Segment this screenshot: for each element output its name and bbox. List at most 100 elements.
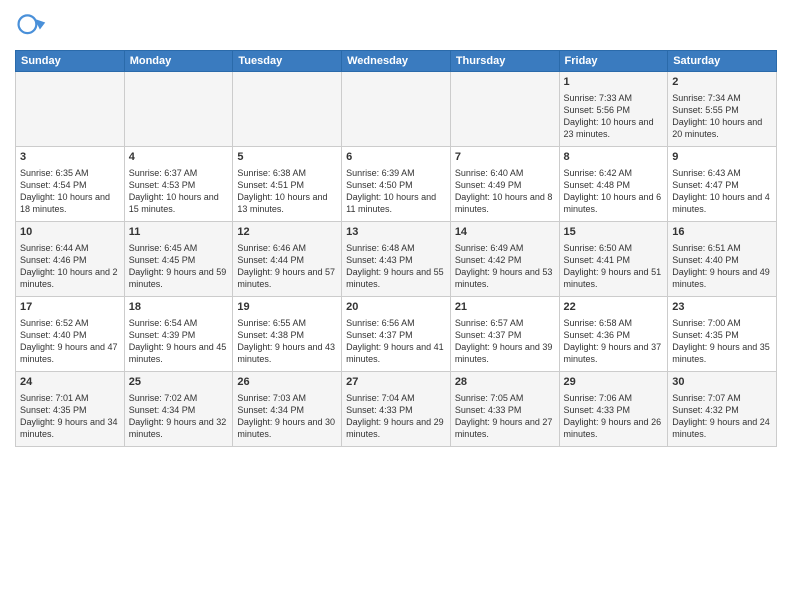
calendar-cell: 22 Sunrise: 6:58 AM Sunset: 4:36 PM Dayli… xyxy=(559,297,668,372)
calendar-cell: 15 Sunrise: 6:50 AM Sunset: 4:41 PM Dayli… xyxy=(559,222,668,297)
day-number: 9 xyxy=(672,150,772,165)
header xyxy=(15,10,777,42)
page: SundayMondayTuesdayWednesdayThursdayFrid… xyxy=(0,0,792,612)
day-number: 29 xyxy=(564,375,664,390)
col-header-saturday: Saturday xyxy=(668,51,777,72)
day-info: Sunrise: 6:50 AM Sunset: 4:41 PM Dayligh… xyxy=(564,242,664,291)
col-header-tuesday: Tuesday xyxy=(233,51,342,72)
day-number: 23 xyxy=(672,300,772,315)
day-info: Sunrise: 6:45 AM Sunset: 4:45 PM Dayligh… xyxy=(129,242,229,291)
day-info: Sunrise: 7:01 AM Sunset: 4:35 PM Dayligh… xyxy=(20,392,120,441)
calendar-cell: 25 Sunrise: 7:02 AM Sunset: 4:34 PM Dayli… xyxy=(124,372,233,447)
day-number: 28 xyxy=(455,375,555,390)
calendar-cell: 30 Sunrise: 7:07 AM Sunset: 4:32 PM Dayli… xyxy=(668,372,777,447)
day-info: Sunrise: 6:38 AM Sunset: 4:51 PM Dayligh… xyxy=(237,167,337,216)
day-info: Sunrise: 6:58 AM Sunset: 4:36 PM Dayligh… xyxy=(564,317,664,366)
week-row-1: 1Sunrise: 7:33 AM Sunset: 5:56 PM Daylig… xyxy=(16,72,777,147)
day-info: Sunrise: 6:35 AM Sunset: 4:54 PM Dayligh… xyxy=(20,167,120,216)
week-row-3: 10Sunrise: 6:44 AM Sunset: 4:46 PM Dayli… xyxy=(16,222,777,297)
day-info: Sunrise: 7:07 AM Sunset: 4:32 PM Dayligh… xyxy=(672,392,772,441)
logo xyxy=(15,10,51,42)
calendar-cell xyxy=(450,72,559,147)
day-number: 6 xyxy=(346,150,446,165)
calendar-cell: 27 Sunrise: 7:04 AM Sunset: 4:33 PM Dayli… xyxy=(342,372,451,447)
day-info: Sunrise: 7:05 AM Sunset: 4:33 PM Dayligh… xyxy=(455,392,555,441)
day-info: Sunrise: 6:51 AM Sunset: 4:40 PM Dayligh… xyxy=(672,242,772,291)
calendar-cell: 9 Sunrise: 6:43 AM Sunset: 4:47 PM Daylig… xyxy=(668,147,777,222)
day-info: Sunrise: 6:48 AM Sunset: 4:43 PM Dayligh… xyxy=(346,242,446,291)
day-info: Sunrise: 6:54 AM Sunset: 4:39 PM Dayligh… xyxy=(129,317,229,366)
calendar-cell: 28 Sunrise: 7:05 AM Sunset: 4:33 PM Dayli… xyxy=(450,372,559,447)
col-header-wednesday: Wednesday xyxy=(342,51,451,72)
day-number: 13 xyxy=(346,225,446,240)
calendar-cell xyxy=(124,72,233,147)
calendar-cell xyxy=(233,72,342,147)
col-header-monday: Monday xyxy=(124,51,233,72)
day-info: Sunrise: 6:43 AM Sunset: 4:47 PM Dayligh… xyxy=(672,167,772,216)
day-number: 21 xyxy=(455,300,555,315)
day-number: 20 xyxy=(346,300,446,315)
calendar-cell: 14 Sunrise: 6:49 AM Sunset: 4:42 PM Dayli… xyxy=(450,222,559,297)
day-info: Sunrise: 7:33 AM Sunset: 5:56 PM Dayligh… xyxy=(564,92,664,141)
day-info: Sunrise: 6:42 AM Sunset: 4:48 PM Dayligh… xyxy=(564,167,664,216)
day-info: Sunrise: 6:46 AM Sunset: 4:44 PM Dayligh… xyxy=(237,242,337,291)
day-number: 12 xyxy=(237,225,337,240)
calendar-header-row: SundayMondayTuesdayWednesdayThursdayFrid… xyxy=(16,51,777,72)
day-number: 27 xyxy=(346,375,446,390)
calendar-cell xyxy=(342,72,451,147)
day-number: 5 xyxy=(237,150,337,165)
day-number: 7 xyxy=(455,150,555,165)
calendar-cell: 23 Sunrise: 7:00 AM Sunset: 4:35 PM Dayli… xyxy=(668,297,777,372)
calendar-cell: 10Sunrise: 6:44 AM Sunset: 4:46 PM Dayli… xyxy=(16,222,125,297)
day-info: Sunrise: 6:55 AM Sunset: 4:38 PM Dayligh… xyxy=(237,317,337,366)
day-info: Sunrise: 6:57 AM Sunset: 4:37 PM Dayligh… xyxy=(455,317,555,366)
calendar-cell: 24 Sunrise: 7:01 AM Sunset: 4:35 PM Dayli… xyxy=(16,372,125,447)
col-header-friday: Friday xyxy=(559,51,668,72)
day-number: 8 xyxy=(564,150,664,165)
calendar-cell: 4 Sunrise: 6:37 AM Sunset: 4:53 PM Daylig… xyxy=(124,147,233,222)
day-info: Sunrise: 6:37 AM Sunset: 4:53 PM Dayligh… xyxy=(129,167,229,216)
day-info: Sunrise: 6:56 AM Sunset: 4:37 PM Dayligh… xyxy=(346,317,446,366)
calendar-cell: 29 Sunrise: 7:06 AM Sunset: 4:33 PM Dayli… xyxy=(559,372,668,447)
day-number: 24 xyxy=(20,375,120,390)
day-info: Sunrise: 6:52 AM Sunset: 4:40 PM Dayligh… xyxy=(20,317,120,366)
week-row-4: 17 Sunrise: 6:52 AM Sunset: 4:40 PM Dayli… xyxy=(16,297,777,372)
calendar-cell: 19 Sunrise: 6:55 AM Sunset: 4:38 PM Dayli… xyxy=(233,297,342,372)
day-info: Sunrise: 6:49 AM Sunset: 4:42 PM Dayligh… xyxy=(455,242,555,291)
day-number: 22 xyxy=(564,300,664,315)
day-number: 25 xyxy=(129,375,229,390)
day-number: 16 xyxy=(672,225,772,240)
calendar-table: SundayMondayTuesdayWednesdayThursdayFrid… xyxy=(15,50,777,447)
calendar-cell: 16 Sunrise: 6:51 AM Sunset: 4:40 PM Dayli… xyxy=(668,222,777,297)
day-number: 15 xyxy=(564,225,664,240)
calendar-cell: 21 Sunrise: 6:57 AM Sunset: 4:37 PM Dayli… xyxy=(450,297,559,372)
calendar-cell: 26Sunrise: 7:03 AM Sunset: 4:34 PM Dayli… xyxy=(233,372,342,447)
day-number: 19 xyxy=(237,300,337,315)
calendar-cell: 5 Sunrise: 6:38 AM Sunset: 4:51 PM Daylig… xyxy=(233,147,342,222)
calendar-cell: 20 Sunrise: 6:56 AM Sunset: 4:37 PM Dayli… xyxy=(342,297,451,372)
logo-icon xyxy=(15,10,47,42)
calendar-cell: 12 Sunrise: 6:46 AM Sunset: 4:44 PM Dayli… xyxy=(233,222,342,297)
week-row-2: 3Sunrise: 6:35 AM Sunset: 4:54 PM Daylig… xyxy=(16,147,777,222)
week-row-5: 24 Sunrise: 7:01 AM Sunset: 4:35 PM Dayli… xyxy=(16,372,777,447)
calendar-cell: 6 Sunrise: 6:39 AM Sunset: 4:50 PM Daylig… xyxy=(342,147,451,222)
day-info: Sunrise: 7:00 AM Sunset: 4:35 PM Dayligh… xyxy=(672,317,772,366)
calendar-cell: 13 Sunrise: 6:48 AM Sunset: 4:43 PM Dayli… xyxy=(342,222,451,297)
calendar-cell: 1Sunrise: 7:33 AM Sunset: 5:56 PM Daylig… xyxy=(559,72,668,147)
day-number: 17 xyxy=(20,300,120,315)
col-header-sunday: Sunday xyxy=(16,51,125,72)
calendar-cell: 18Sunrise: 6:54 AM Sunset: 4:39 PM Dayli… xyxy=(124,297,233,372)
calendar-cell: 17 Sunrise: 6:52 AM Sunset: 4:40 PM Dayli… xyxy=(16,297,125,372)
day-info: Sunrise: 6:39 AM Sunset: 4:50 PM Dayligh… xyxy=(346,167,446,216)
day-number: 26 xyxy=(237,375,337,390)
day-number: 4 xyxy=(129,150,229,165)
day-number: 30 xyxy=(672,375,772,390)
day-number: 14 xyxy=(455,225,555,240)
calendar-cell: 3Sunrise: 6:35 AM Sunset: 4:54 PM Daylig… xyxy=(16,147,125,222)
day-info: Sunrise: 7:06 AM Sunset: 4:33 PM Dayligh… xyxy=(564,392,664,441)
day-info: Sunrise: 6:40 AM Sunset: 4:49 PM Dayligh… xyxy=(455,167,555,216)
calendar-cell: 11Sunrise: 6:45 AM Sunset: 4:45 PM Dayli… xyxy=(124,222,233,297)
day-info: Sunrise: 7:04 AM Sunset: 4:33 PM Dayligh… xyxy=(346,392,446,441)
calendar-cell: 8 Sunrise: 6:42 AM Sunset: 4:48 PM Daylig… xyxy=(559,147,668,222)
day-info: Sunrise: 7:02 AM Sunset: 4:34 PM Dayligh… xyxy=(129,392,229,441)
